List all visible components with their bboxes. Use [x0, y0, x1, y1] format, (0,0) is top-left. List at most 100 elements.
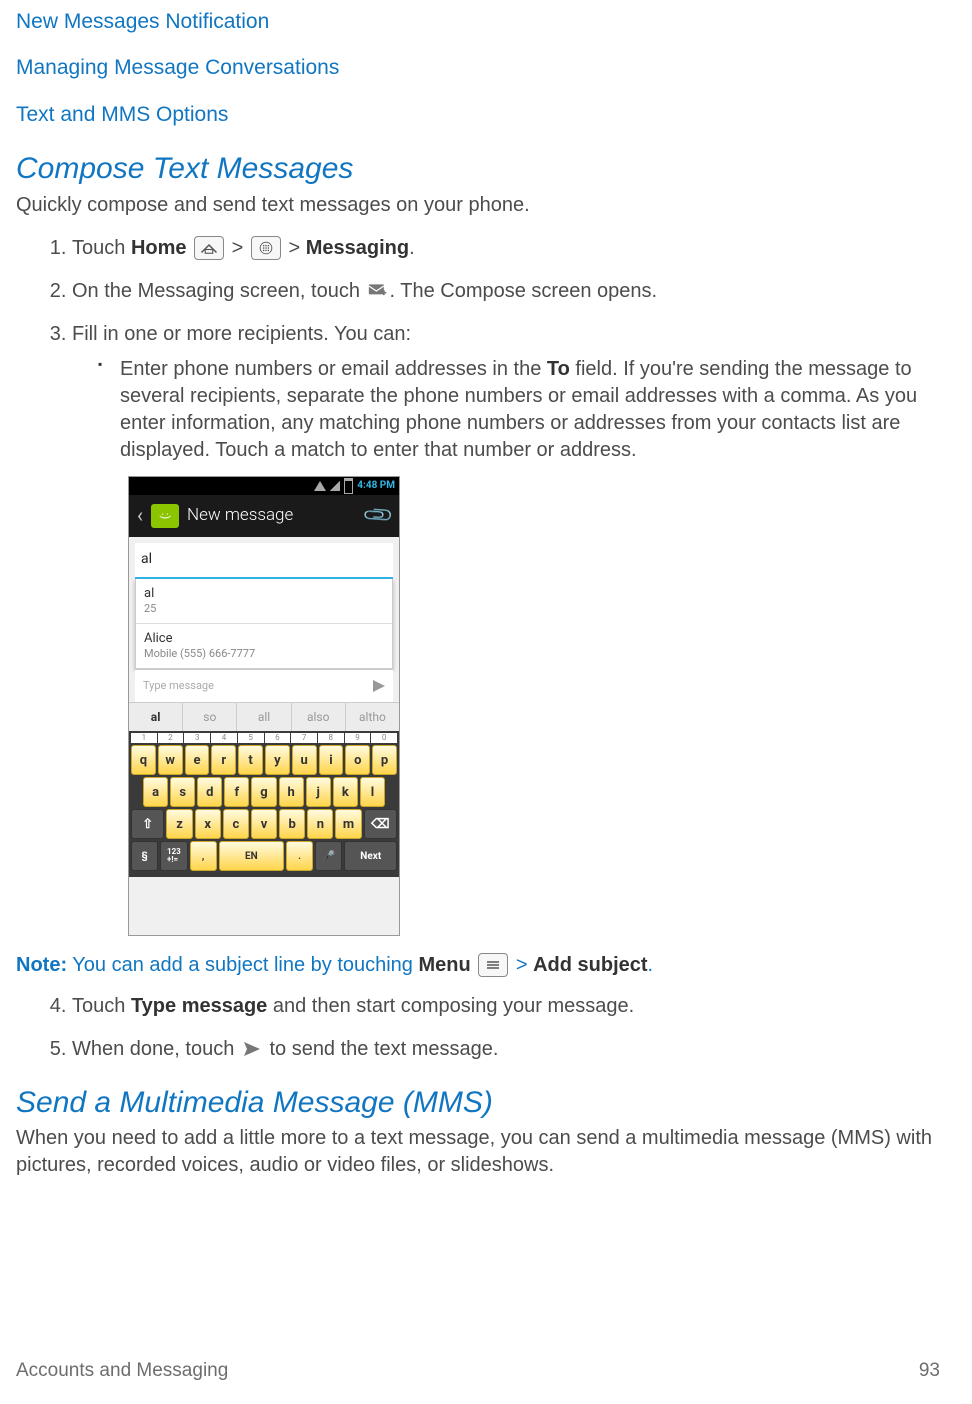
- keyboard-row-2: asdfghjkl: [131, 777, 397, 807]
- message-header: ‹ New message 📎: [129, 495, 399, 537]
- key-swype[interactable]: §: [131, 841, 158, 871]
- step-2: On the Messaging screen, touch . The Com…: [72, 278, 940, 305]
- suggestion-1-name: al: [144, 585, 384, 603]
- prediction-bar: al so all also altho: [129, 702, 399, 731]
- key-o[interactable]: o: [345, 745, 370, 775]
- step4-type-message: Type message: [131, 995, 267, 1017]
- predict-2[interactable]: all: [237, 703, 291, 731]
- suggestion-2-name: Alice: [144, 630, 384, 648]
- key-l[interactable]: l: [360, 777, 385, 807]
- footer-section: Accounts and Messaging: [16, 1358, 228, 1384]
- keyboard-row-1: qwertyuiop: [131, 745, 397, 775]
- header-title: New message: [187, 504, 358, 527]
- predict-1[interactable]: so: [183, 703, 237, 731]
- key-i[interactable]: i: [319, 745, 344, 775]
- key-d[interactable]: d: [197, 777, 222, 807]
- step-1: Touch Home > > Messaging.: [72, 235, 940, 262]
- key-b[interactable]: b: [279, 809, 305, 839]
- link-managing-conversations[interactable]: Managing Message Conversations: [16, 54, 940, 82]
- num-2: 2: [158, 733, 184, 743]
- intro-mms: When you need to add a little more to a …: [16, 1125, 940, 1179]
- predict-3[interactable]: also: [292, 703, 346, 731]
- keyboard-row-4: § 123 +!= , EN . 🎤 Next: [131, 841, 397, 871]
- note-c: .: [648, 954, 654, 976]
- key-space[interactable]: EN: [219, 841, 284, 871]
- key-shift[interactable]: ⇧: [131, 809, 164, 839]
- step-4: Touch Type message and then start compos…: [72, 993, 940, 1020]
- suggestion-1-sub: 25: [144, 602, 384, 617]
- key-n[interactable]: n: [307, 809, 333, 839]
- predict-0[interactable]: al: [129, 703, 183, 731]
- step1-text-a: Touch: [72, 237, 131, 259]
- key-g[interactable]: g: [251, 777, 276, 807]
- step1-home: Home: [131, 237, 187, 259]
- note: Note: You can add a subject line by touc…: [16, 952, 940, 979]
- key-period[interactable]: .: [286, 841, 313, 871]
- intro-compose: Quickly compose and send text messages o…: [16, 192, 940, 219]
- key-f[interactable]: f: [224, 777, 249, 807]
- key-123[interactable]: 123 +!=: [160, 841, 187, 871]
- key-h[interactable]: h: [279, 777, 304, 807]
- link-text-mms-options[interactable]: Text and MMS Options: [16, 101, 940, 129]
- key-backspace[interactable]: ⌫: [364, 809, 397, 839]
- key-j[interactable]: j: [306, 777, 331, 807]
- clock: 4:48 PM: [357, 479, 395, 493]
- to-field[interactable]: al: [135, 543, 393, 579]
- key-q[interactable]: q: [131, 745, 156, 775]
- step4-a: Touch: [72, 995, 131, 1017]
- attach-icon[interactable]: 📎: [360, 497, 397, 534]
- key-k[interactable]: k: [333, 777, 358, 807]
- back-icon[interactable]: ‹: [137, 502, 143, 529]
- key-z[interactable]: z: [166, 809, 192, 839]
- type-message-bar[interactable]: Type message: [135, 669, 393, 702]
- predict-4[interactable]: altho: [346, 703, 399, 731]
- link-new-messages[interactable]: New Messages Notification: [16, 8, 940, 36]
- send-icon[interactable]: [373, 680, 385, 692]
- step3-text: Fill in one or more recipients. You can:: [72, 323, 411, 345]
- num-1: 1: [131, 733, 157, 743]
- key-t[interactable]: t: [238, 745, 263, 775]
- key-c[interactable]: c: [223, 809, 249, 839]
- step1-period: .: [409, 237, 415, 259]
- note-a: You can add a subject line by touching: [67, 954, 418, 976]
- suggestion-dropdown: al 25 Alice Mobile (555) 666-7777: [135, 579, 393, 670]
- key-next[interactable]: Next: [344, 841, 397, 871]
- note-menu: Menu: [419, 954, 471, 976]
- keyboard-row-3: ⇧zxcvbnm⌫: [131, 809, 397, 839]
- suggestion-2[interactable]: Alice Mobile (555) 666-7777: [136, 624, 392, 668]
- step4-b: and then start composing your message.: [267, 995, 634, 1017]
- key-x[interactable]: x: [195, 809, 221, 839]
- messaging-app-icon: [151, 504, 179, 528]
- suggestion-1[interactable]: al 25: [136, 579, 392, 624]
- step1-gt2: >: [288, 237, 305, 259]
- key-m[interactable]: m: [335, 809, 361, 839]
- signal-icon: [330, 481, 340, 491]
- key-p[interactable]: p: [372, 745, 397, 775]
- footer-page-number: 93: [919, 1358, 940, 1384]
- step-3: Fill in one or more recipients. You can:…: [72, 321, 940, 936]
- suggestion-2-sub: Mobile (555) 666-7777: [144, 647, 384, 662]
- key-y[interactable]: y: [265, 745, 290, 775]
- step-5: When done, touch to send the text messag…: [72, 1036, 940, 1063]
- steps-list-continued: Touch Type message and then start compos…: [16, 993, 940, 1063]
- key-comma[interactable]: ,: [190, 841, 217, 871]
- key-e[interactable]: e: [185, 745, 210, 775]
- num-8: 8: [318, 733, 344, 743]
- send-icon: [242, 1040, 262, 1058]
- step2-text-a: On the Messaging screen, touch: [72, 280, 366, 302]
- wifi-icon: [314, 481, 326, 491]
- bullet-to: To: [547, 358, 570, 380]
- heading-mms: Send a Multimedia Message (MMS): [16, 1083, 940, 1124]
- menu-icon: [478, 953, 508, 977]
- bullet-a: Enter phone numbers or email addresses i…: [120, 358, 547, 380]
- key-mic[interactable]: 🎤: [315, 841, 342, 871]
- key-v[interactable]: v: [251, 809, 277, 839]
- key-s[interactable]: s: [170, 777, 195, 807]
- key-w[interactable]: w: [158, 745, 183, 775]
- type-placeholder: Type message: [143, 679, 214, 694]
- key-a[interactable]: a: [143, 777, 168, 807]
- key-r[interactable]: r: [211, 745, 236, 775]
- note-add-subject: Add subject: [533, 954, 647, 976]
- key-u[interactable]: u: [292, 745, 317, 775]
- step1-gt1: >: [232, 237, 249, 259]
